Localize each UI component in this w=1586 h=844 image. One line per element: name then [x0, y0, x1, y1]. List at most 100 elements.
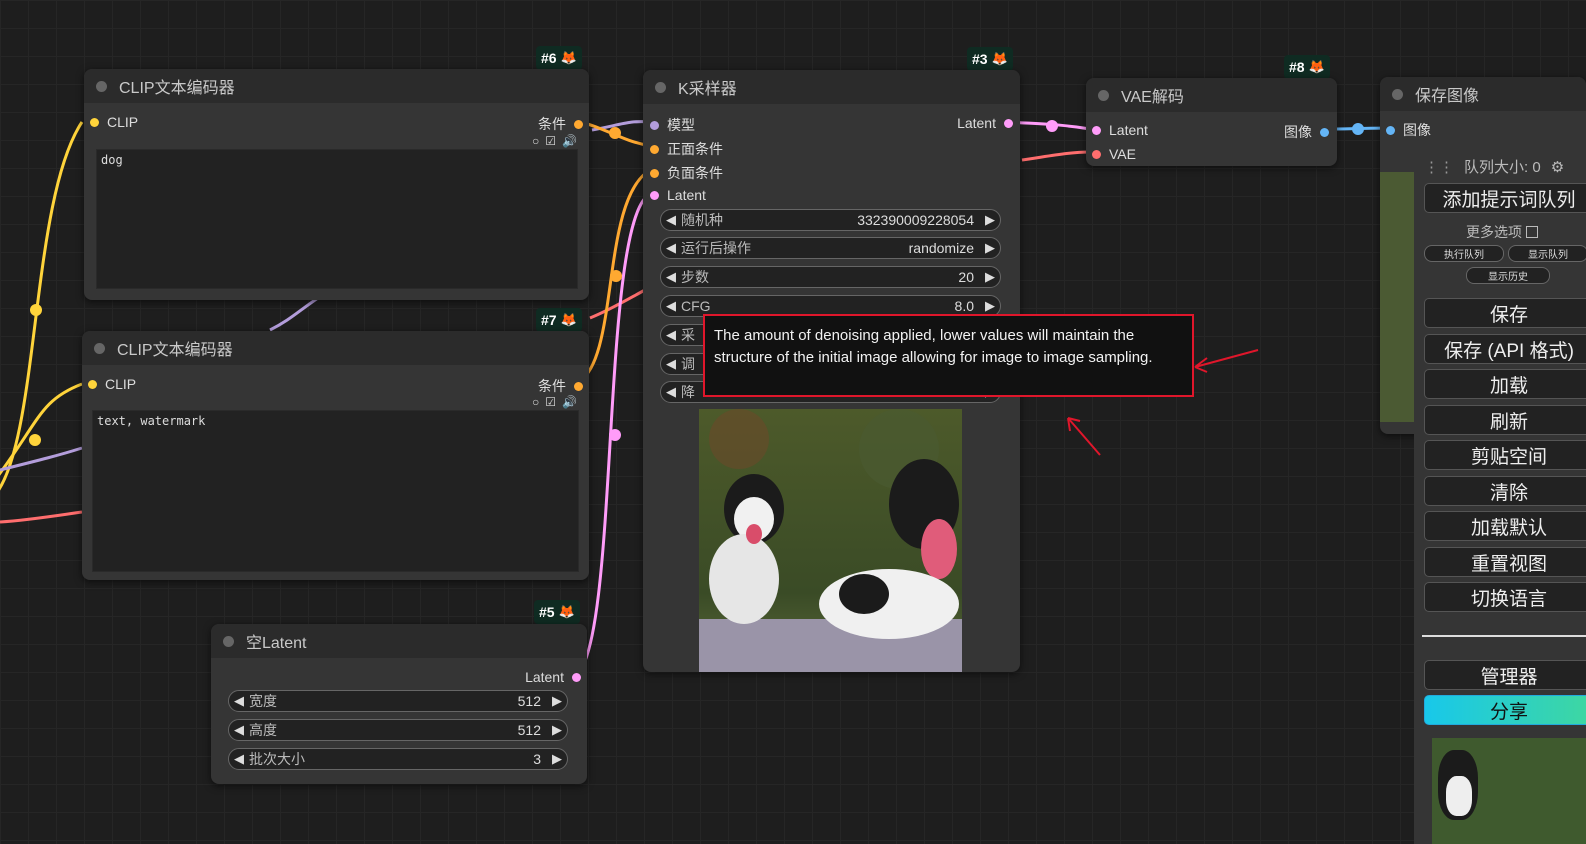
increment-arrow-icon[interactable]: ▶ [980, 298, 1000, 314]
node-title[interactable]: CLIP文本编码器 [82, 331, 589, 365]
slot-dot[interactable] [650, 144, 659, 154]
increment-arrow-icon[interactable]: ▶ [547, 693, 567, 709]
decrement-arrow-icon[interactable]: ◀ [229, 722, 249, 738]
decrement-arrow-icon[interactable]: ◀ [661, 384, 681, 400]
checkbox-icon[interactable]: ☑ [545, 134, 556, 148]
slot-dot[interactable] [88, 379, 97, 389]
widget-batch-size[interactable]: ◀ 批次大小 3 ▶ [228, 748, 568, 770]
slot-dot[interactable] [574, 119, 583, 129]
decrement-arrow-icon[interactable]: ◀ [661, 269, 681, 285]
circle-icon[interactable]: ○ [532, 134, 539, 148]
slot-dot[interactable] [1092, 125, 1101, 135]
node-clip-text-encoder-6[interactable]: CLIP文本编码器 CLIP 条件 ○ ☑ 🔊 dog [84, 69, 589, 300]
input-slot-clip[interactable]: CLIP [88, 376, 136, 392]
input-slot-latent[interactable]: Latent [1092, 122, 1148, 138]
show-queue-button[interactable]: 显示队列 [1508, 245, 1586, 262]
queue-prompt-button[interactable]: 添加提示词队列 [1424, 183, 1586, 213]
input-slot-latent[interactable]: Latent [650, 187, 706, 203]
node-title[interactable]: VAE解码 [1086, 78, 1337, 112]
node-title[interactable]: 空Latent [211, 624, 587, 658]
slot-dot[interactable] [650, 120, 659, 130]
input-slot-model[interactable]: 模型 [650, 115, 695, 135]
decrement-arrow-icon[interactable]: ◀ [229, 693, 249, 709]
input-slot-clip[interactable]: CLIP [90, 114, 138, 130]
increment-arrow-icon[interactable]: ▶ [547, 751, 567, 767]
link-vae-red-2 [589, 288, 646, 320]
node-title[interactable]: CLIP文本编码器 [84, 69, 589, 103]
preview-image[interactable] [699, 409, 962, 672]
collapse-dot[interactable] [94, 342, 105, 354]
checkbox-icon[interactable]: ☑ [545, 395, 556, 409]
drag-handle-icon[interactable]: ⋮⋮ [1424, 158, 1454, 176]
output-slot-conditioning[interactable]: 条件 [538, 114, 583, 134]
collapse-dot[interactable] [1098, 89, 1109, 101]
slot-dot[interactable] [1004, 118, 1013, 128]
manager-button[interactable]: 管理器 [1424, 660, 1586, 690]
save-api-format-button[interactable]: 保存 (API 格式) [1424, 334, 1586, 364]
increment-arrow-icon[interactable]: ▶ [980, 269, 1000, 285]
output-slot-latent[interactable]: Latent [525, 669, 581, 685]
execute-queue-button[interactable]: 执行队列 [1424, 245, 1504, 262]
decrement-arrow-icon[interactable]: ◀ [661, 298, 681, 314]
clipspace-button[interactable]: 剪贴空间 [1424, 440, 1586, 470]
input-slot-positive[interactable]: 正面条件 [650, 139, 723, 159]
more-options-row[interactable]: 更多选项 [1466, 222, 1538, 242]
load-button[interactable]: 加载 [1424, 369, 1586, 399]
slot-dot[interactable] [90, 117, 99, 127]
input-slot-image[interactable]: 图像 [1386, 120, 1431, 140]
input-slot-negative[interactable]: 负面条件 [650, 163, 723, 183]
decrement-arrow-icon[interactable]: ◀ [661, 356, 681, 372]
circle-icon[interactable]: ○ [532, 395, 539, 409]
node-vae-decode-8[interactable]: VAE解码 Latent VAE 图像 [1086, 78, 1337, 166]
refresh-button[interactable]: 刷新 [1424, 405, 1586, 435]
collapse-dot[interactable] [96, 80, 107, 92]
increment-arrow-icon[interactable]: ▶ [980, 240, 1000, 256]
widget-height[interactable]: ◀ 高度 512 ▶ [228, 719, 568, 741]
history-image-thumbnail[interactable] [1432, 738, 1586, 844]
output-slot-conditioning[interactable]: 条件 [538, 376, 583, 396]
prompt-textarea[interactable]: dog [96, 149, 578, 289]
output-slot-image[interactable]: 图像 [1284, 122, 1329, 142]
slot-dot[interactable] [572, 672, 581, 682]
slot-dot[interactable] [1320, 127, 1329, 137]
switch-language-button[interactable]: 切换语言 [1424, 582, 1586, 612]
node-empty-latent-5[interactable]: 空Latent Latent ◀ 宽度 512 ▶ ◀ 高度 512 ▶ ◀ 批次大小 3 ▶ [211, 624, 587, 784]
widget-control-after-generate[interactable]: ◀ 运行后操作 randomize ▶ [660, 237, 1001, 259]
share-button[interactable]: 分享 [1424, 695, 1586, 725]
node-toggles[interactable]: ○ ☑ 🔊 [532, 395, 577, 409]
collapse-dot[interactable] [1392, 88, 1403, 100]
widget-seed[interactable]: ◀ 随机种 332390009228054 ▶ [660, 209, 1001, 231]
increment-arrow-icon[interactable]: ▶ [547, 722, 567, 738]
clear-button[interactable]: 清除 [1424, 476, 1586, 506]
slot-dot[interactable] [1386, 125, 1395, 135]
widget-steps[interactable]: ◀ 步数 20 ▶ [660, 266, 1001, 288]
decrement-arrow-icon[interactable]: ◀ [229, 751, 249, 767]
speaker-icon[interactable]: 🔊 [562, 395, 577, 409]
save-button[interactable]: 保存 [1424, 298, 1586, 328]
show-history-button[interactable]: 显示历史 [1466, 267, 1550, 284]
widget-width[interactable]: ◀ 宽度 512 ▶ [228, 690, 568, 712]
slot-dot[interactable] [574, 381, 583, 391]
speaker-icon[interactable]: 🔊 [562, 134, 577, 148]
load-default-button[interactable]: 加载默认 [1424, 511, 1586, 541]
decrement-arrow-icon[interactable]: ◀ [661, 240, 681, 256]
decrement-arrow-icon[interactable]: ◀ [661, 327, 681, 343]
node-title[interactable]: K采样器 [643, 70, 1020, 104]
node-title[interactable]: 保存图像 [1380, 77, 1586, 111]
collapse-dot[interactable] [655, 81, 666, 93]
node-clip-text-encoder-7[interactable]: CLIP文本编码器 CLIP 条件 ○ ☑ 🔊 text, watermark [82, 331, 589, 580]
collapse-dot[interactable] [223, 635, 234, 647]
saved-image-thumbnails[interactable] [1380, 172, 1414, 422]
node-toggles[interactable]: ○ ☑ 🔊 [532, 134, 577, 148]
more-options-checkbox[interactable] [1526, 226, 1538, 238]
output-slot-latent[interactable]: Latent [957, 115, 1013, 131]
reset-view-button[interactable]: 重置视图 [1424, 547, 1586, 577]
input-slot-vae[interactable]: VAE [1092, 146, 1136, 162]
increment-arrow-icon[interactable]: ▶ [980, 212, 1000, 228]
slot-dot[interactable] [650, 168, 659, 178]
decrement-arrow-icon[interactable]: ◀ [661, 212, 681, 228]
prompt-textarea[interactable]: text, watermark [92, 410, 579, 572]
slot-dot[interactable] [650, 190, 659, 200]
slot-dot[interactable] [1092, 149, 1101, 159]
gear-icon[interactable]: ⚙ [1551, 158, 1564, 176]
